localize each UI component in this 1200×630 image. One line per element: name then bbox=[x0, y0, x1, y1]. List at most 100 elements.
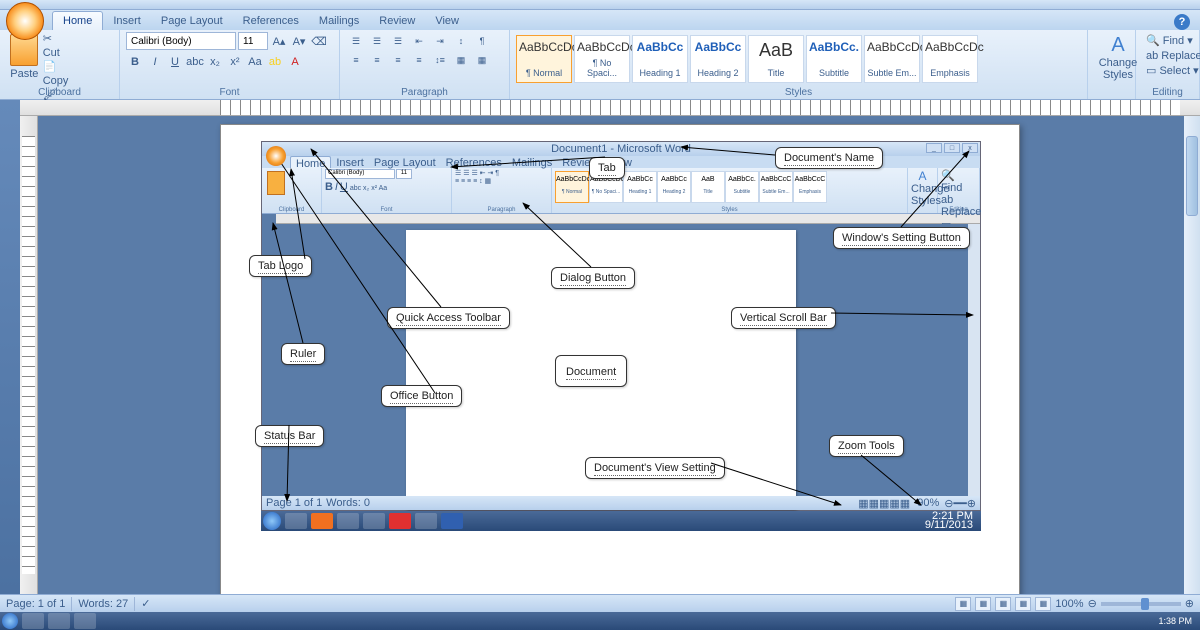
task-explorer-icon bbox=[285, 513, 307, 529]
indent-inc-icon[interactable]: ⇥ bbox=[430, 32, 450, 50]
start-button-icon bbox=[263, 512, 281, 530]
taskbar-app[interactable] bbox=[74, 613, 96, 629]
view-web-icon[interactable]: ▦ bbox=[995, 597, 1011, 611]
tab-insert[interactable]: Insert bbox=[103, 12, 151, 30]
callout-zoom: Zoom Tools bbox=[829, 435, 904, 457]
ribbon-tabs: Home Insert Page Layout References Maili… bbox=[0, 10, 1200, 30]
document-page[interactable]: Document1 - Microsoft Word _□x HomeInser… bbox=[220, 124, 1020, 594]
view-full-icon[interactable]: ▦ bbox=[975, 597, 991, 611]
style-subtitle[interactable]: AaBbCc.Subtitle bbox=[806, 35, 862, 83]
callout-viewset: Document's View Setting bbox=[585, 457, 725, 479]
zoom-out-icon[interactable]: ⊖ bbox=[1088, 597, 1097, 610]
office-button[interactable] bbox=[6, 2, 44, 40]
sort-icon[interactable]: ↕ bbox=[451, 32, 471, 50]
callout-dialog: Dialog Button bbox=[551, 267, 635, 289]
indent-dec-icon[interactable]: ⇤ bbox=[409, 32, 429, 50]
status-words[interactable]: Words: 27 bbox=[78, 598, 128, 610]
view-outline-icon[interactable]: ▦ bbox=[1015, 597, 1031, 611]
bold-button[interactable]: B bbox=[126, 53, 144, 71]
zoom-level[interactable]: 100% bbox=[1055, 598, 1083, 610]
font-name-combo[interactable]: Calibri (Body) bbox=[126, 32, 236, 50]
font-size-combo[interactable]: 11 bbox=[238, 32, 268, 50]
help-icon[interactable]: ? bbox=[1174, 14, 1190, 30]
find-button[interactable]: 🔍 Find ▾ bbox=[1146, 34, 1194, 49]
tab-home[interactable]: Home bbox=[52, 11, 103, 30]
change-styles-button[interactable]: A Change Styles bbox=[1094, 32, 1142, 83]
style--no-spaci-[interactable]: AaBbCcDc¶ No Spaci... bbox=[574, 35, 630, 83]
task-media-icon bbox=[337, 513, 359, 529]
title-bar bbox=[0, 0, 1200, 10]
strike-button[interactable]: abc bbox=[186, 53, 204, 71]
vertical-ruler[interactable] bbox=[20, 116, 38, 594]
callout-tab: Tab bbox=[589, 157, 625, 179]
style-emphasis[interactable]: AaBbCcDcEmphasis bbox=[922, 35, 978, 83]
callout-office: Office Button bbox=[381, 385, 462, 407]
group-label-paragraph: Paragraph bbox=[340, 87, 509, 98]
view-draft-icon[interactable]: ▦ bbox=[1035, 597, 1051, 611]
font-color-button[interactable]: A bbox=[286, 53, 304, 71]
underline-button[interactable]: U bbox=[166, 53, 184, 71]
task-word-icon bbox=[441, 513, 463, 529]
taskbar-app[interactable] bbox=[48, 613, 70, 629]
zoom-slider[interactable] bbox=[1101, 602, 1181, 606]
border-icon[interactable]: ▦ bbox=[472, 51, 492, 69]
tab-mailings[interactable]: Mailings bbox=[309, 12, 369, 30]
tab-review[interactable]: Review bbox=[369, 12, 425, 30]
status-page[interactable]: Page: 1 of 1 bbox=[6, 598, 65, 610]
replace-button[interactable]: ab Replace bbox=[1146, 49, 1194, 64]
cut-button[interactable]: ✂ Cut bbox=[43, 32, 113, 60]
tab-page-layout[interactable]: Page Layout bbox=[151, 12, 233, 30]
system-clock[interactable]: 1:38 PM bbox=[1158, 617, 1200, 626]
callout-document: Document bbox=[555, 355, 627, 387]
style-title[interactable]: AaBTitle bbox=[748, 35, 804, 83]
style--normal[interactable]: AaBbCcDc¶ Normal bbox=[516, 35, 572, 83]
justify-icon[interactable]: ≡ bbox=[409, 51, 429, 69]
vertical-scrollbar[interactable] bbox=[1184, 116, 1200, 594]
view-print-icon[interactable]: ▦ bbox=[955, 597, 971, 611]
align-right-icon[interactable]: ≡ bbox=[388, 51, 408, 69]
style-heading-1[interactable]: AaBbCcHeading 1 bbox=[632, 35, 688, 83]
tab-view[interactable]: View bbox=[425, 12, 469, 30]
task-chrome-icon bbox=[415, 513, 437, 529]
align-left-icon[interactable]: ≡ bbox=[346, 51, 366, 69]
select-button[interactable]: ▭ Select ▾ bbox=[1146, 64, 1194, 79]
callout-vscroll: Vertical Scroll Bar bbox=[731, 307, 836, 329]
callout-ruler: Ruler bbox=[281, 343, 325, 365]
clear-format-icon[interactable]: ⌫ bbox=[310, 32, 328, 50]
horizontal-ruler[interactable] bbox=[20, 100, 1200, 116]
shrink-font-icon[interactable]: A▾ bbox=[290, 32, 308, 50]
style-subtle-em-[interactable]: AaBbCcDcSubtle Em... bbox=[864, 35, 920, 83]
group-label-clipboard: Clipboard bbox=[0, 87, 119, 98]
callout-winset: Window's Setting Button bbox=[833, 227, 970, 249]
numbering-icon[interactable]: ☰ bbox=[367, 32, 387, 50]
callout-docname: Document's Name bbox=[775, 147, 883, 169]
inner-office-button bbox=[266, 146, 286, 166]
group-label-font: Font bbox=[120, 87, 339, 98]
grow-font-icon[interactable]: A▴ bbox=[270, 32, 288, 50]
italic-button[interactable]: I bbox=[146, 53, 164, 71]
line-spacing-icon[interactable]: ↕≡ bbox=[430, 51, 450, 69]
task-opera-icon bbox=[389, 513, 411, 529]
superscript-button[interactable]: x² bbox=[226, 53, 244, 71]
copy-button[interactable]: 📄 Copy bbox=[43, 60, 113, 88]
multilevel-icon[interactable]: ☰ bbox=[388, 32, 408, 50]
show-marks-icon[interactable]: ¶ bbox=[472, 32, 492, 50]
proofing-icon[interactable]: ✓ bbox=[141, 597, 150, 610]
callout-tablogo: Tab Logo bbox=[249, 255, 312, 277]
inner-ruler bbox=[276, 214, 980, 224]
subscript-button[interactable]: x₂ bbox=[206, 53, 224, 71]
bullets-icon[interactable]: ☰ bbox=[346, 32, 366, 50]
change-styles-icon: A bbox=[1096, 34, 1140, 57]
start-button[interactable] bbox=[2, 613, 18, 629]
style-heading-2[interactable]: AaBbCcHeading 2 bbox=[690, 35, 746, 83]
tab-references[interactable]: References bbox=[233, 12, 309, 30]
shading-icon[interactable]: ▦ bbox=[451, 51, 471, 69]
taskbar-app[interactable] bbox=[22, 613, 44, 629]
highlight-button[interactable]: ab bbox=[266, 53, 284, 71]
zoom-in-icon[interactable]: ⊕ bbox=[1185, 597, 1194, 610]
align-center-icon[interactable]: ≡ bbox=[367, 51, 387, 69]
inner-status-bar: Page 1 of 1 Words: 0 ▦▦▦▦▦ 90% ⊖━━⊕ bbox=[262, 496, 980, 510]
case-button[interactable]: Aa bbox=[246, 53, 264, 71]
task-firefox-icon bbox=[311, 513, 333, 529]
scrollbar-thumb[interactable] bbox=[1186, 136, 1198, 216]
